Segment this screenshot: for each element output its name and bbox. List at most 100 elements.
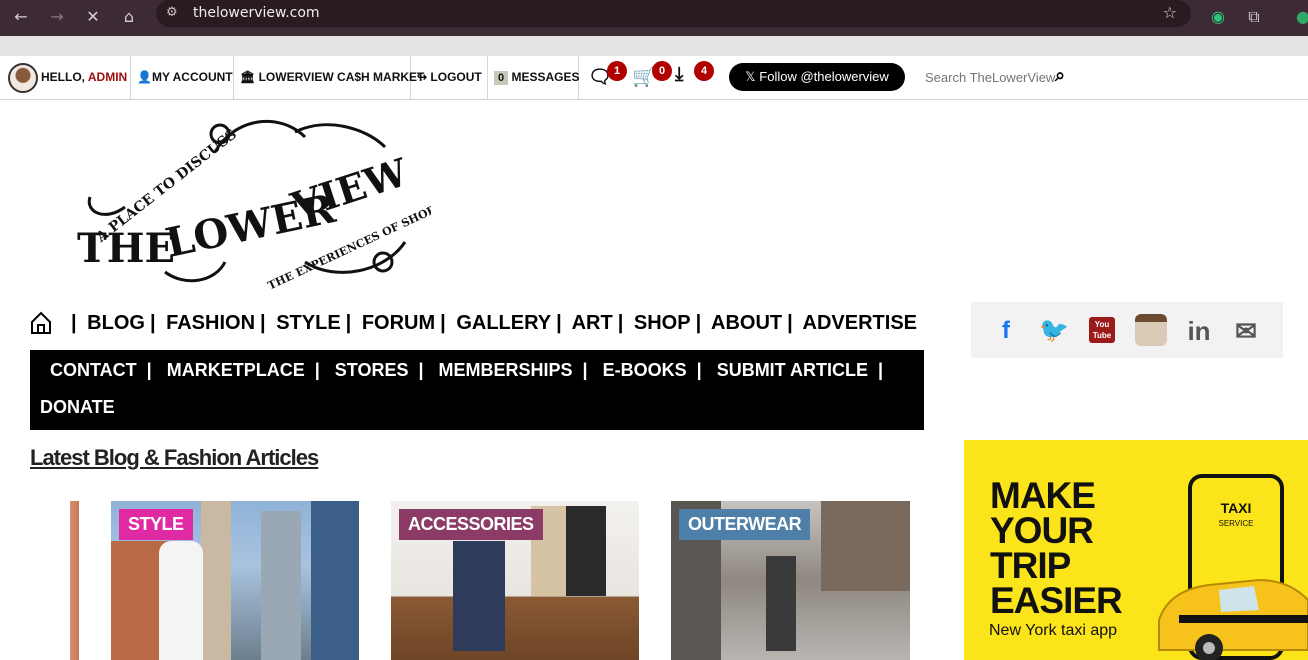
extension-icon[interactable]: ◉: [1205, 4, 1231, 30]
url-text[interactable]: thelowerview.com: [193, 5, 320, 21]
nav-blog[interactable]: BLOG: [87, 312, 145, 334]
youtube-label: You Tube: [1092, 320, 1112, 340]
profile-avatar-icon[interactable]: ●: [1290, 4, 1308, 30]
nav-forum[interactable]: FORUM: [362, 312, 435, 334]
cash-market-link[interactable]: 🏛 LOWERVIEW CA$H MARKET: [234, 56, 424, 99]
messages-count: 0: [494, 71, 509, 85]
phone-title: TAXI: [1220, 500, 1252, 516]
category-tag[interactable]: OUTERWEAR: [679, 509, 811, 540]
user-icon: 👤: [137, 70, 152, 84]
ad-headline: MAKE YOUR TRIP EASIER: [990, 475, 1123, 621]
phone-subtitle: SERVICE: [1218, 519, 1254, 528]
building-image: [311, 501, 359, 660]
logo-view: VIEW: [285, 149, 414, 229]
extensions-puzzle-icon[interactable]: ⧉: [1241, 4, 1267, 30]
user-greeting[interactable]: HELLO, ADMIN: [0, 56, 131, 99]
linkedin-label: in: [1187, 316, 1211, 346]
comments-badge: 1: [607, 61, 627, 81]
person-image: [766, 556, 796, 651]
nav-stores[interactable]: STORES: [335, 360, 409, 380]
nav-gallery[interactable]: GALLERY: [456, 312, 551, 334]
download-icon[interactable]: ⤓: [675, 64, 683, 86]
person-image: [159, 541, 203, 660]
nav-about[interactable]: ABOUT: [711, 312, 782, 334]
downloads-badge: 4: [694, 61, 714, 81]
bookmark-star-icon[interactable]: ☆: [1163, 3, 1177, 22]
greeting-text: HELLO,: [41, 70, 85, 84]
nav-fashion[interactable]: FASHION: [166, 312, 255, 334]
nav-separator: |: [345, 312, 352, 334]
nav-art[interactable]: ART: [572, 312, 613, 334]
coat-image: [566, 506, 606, 596]
primary-nav: | BLOG | FASHION | STYLE | FORUM | GALLERY | …: [30, 302, 970, 348]
x-logo-icon: 𝕏: [745, 69, 756, 84]
nav-separator: |: [617, 312, 624, 334]
home-icon[interactable]: ⌂: [116, 4, 142, 30]
nav-marketplace[interactable]: MARKETPLACE: [167, 360, 305, 380]
address-bar[interactable]: ⚙ thelowerview.com ☆: [156, 0, 1191, 27]
nav-separator: |: [787, 312, 793, 334]
nav-advertise[interactable]: ADVERTISE: [803, 312, 917, 334]
nav-ebooks[interactable]: E-BOOKS: [603, 360, 687, 380]
ad-subtitle: New York taxi app: [989, 622, 1118, 639]
username[interactable]: ADMIN: [88, 70, 127, 84]
search-input[interactable]: [918, 56, 1073, 99]
instagram-icon[interactable]: [1135, 314, 1167, 346]
section-title[interactable]: Latest Blog & Fashion Articles: [30, 445, 319, 471]
person-image: [453, 541, 505, 651]
logo-the: THE: [77, 225, 175, 272]
logout-icon: ↪: [417, 70, 428, 84]
youtube-icon[interactable]: You Tube: [1089, 317, 1115, 343]
ad-line: MAKE: [990, 475, 1096, 516]
follow-label: Follow @thelowerview: [759, 69, 889, 84]
forward-icon[interactable]: →: [44, 4, 70, 30]
nav-donate[interactable]: DONATE: [40, 397, 115, 417]
building-image: [201, 501, 231, 660]
nav-separator: |: [695, 312, 702, 334]
ad-line: EASIER: [990, 580, 1123, 621]
building-image: [821, 501, 910, 591]
facebook-icon[interactable]: f: [991, 316, 1021, 346]
my-account-link[interactable]: 👤MY ACCOUNT: [131, 56, 234, 99]
site-info-icon[interactable]: ⚙: [166, 5, 178, 20]
nav-style[interactable]: STYLE: [276, 312, 340, 334]
article-card[interactable]: OUTERWEAR: [671, 501, 910, 660]
messages-label: MESSAGES: [511, 70, 580, 84]
building-image: [261, 511, 301, 660]
back-icon[interactable]: ←: [8, 4, 34, 30]
nav-separator: |: [149, 312, 156, 334]
twitter-follow-button[interactable]: 𝕏 Follow @thelowerview: [729, 63, 905, 91]
taxi-advertisement[interactable]: MAKE YOUR TRIP EASIER New York taxi app …: [964, 440, 1308, 660]
twitter-icon[interactable]: 🐦: [1039, 316, 1069, 346]
nav-separator: |: [146, 360, 152, 380]
email-icon[interactable]: ✉: [1231, 316, 1261, 346]
article-card-partial[interactable]: [70, 501, 79, 660]
nav-separator: |: [582, 360, 588, 380]
nav-separator: |: [314, 360, 320, 380]
article-card[interactable]: ACCESSORIES: [391, 501, 639, 660]
nav-separator: |: [440, 312, 446, 334]
taxi-illustration: [1158, 578, 1308, 660]
site-logo[interactable]: A PLACE TO DISCUSS THE LOWER VIEW THE EX…: [65, 112, 431, 292]
nav-memberships[interactable]: MEMBERSHIPS: [439, 360, 573, 380]
logout-label: LOGOUT: [430, 70, 482, 84]
logout-link[interactable]: ↪ LOGOUT: [411, 56, 488, 99]
search-icon[interactable]: ⌕: [1055, 65, 1065, 86]
linkedin-icon[interactable]: in: [1184, 316, 1214, 346]
nav-separator: |: [556, 312, 562, 334]
nav-separator: |: [418, 360, 424, 380]
article-card[interactable]: STYLE: [111, 501, 359, 660]
browser-gap: [0, 36, 1308, 56]
home-icon[interactable]: [30, 311, 52, 335]
stop-loading-icon[interactable]: ✕: [80, 4, 106, 30]
messages-link[interactable]: 0 MESSAGES: [488, 56, 579, 99]
nav-shop[interactable]: SHOP: [634, 312, 691, 334]
nav-submit-article[interactable]: SUBMIT ARTICLE: [717, 360, 868, 380]
secondary-nav: CONTACT | MARKETPLACE | STORES | MEMBERSHIP…: [30, 350, 924, 430]
avatar[interactable]: [8, 62, 38, 93]
nav-contact[interactable]: CONTACT: [50, 360, 137, 380]
ad-line: TRIP: [990, 545, 1071, 586]
store-icon: 🏛: [240, 70, 256, 84]
category-tag[interactable]: STYLE: [119, 509, 193, 540]
category-tag[interactable]: ACCESSORIES: [399, 509, 543, 540]
